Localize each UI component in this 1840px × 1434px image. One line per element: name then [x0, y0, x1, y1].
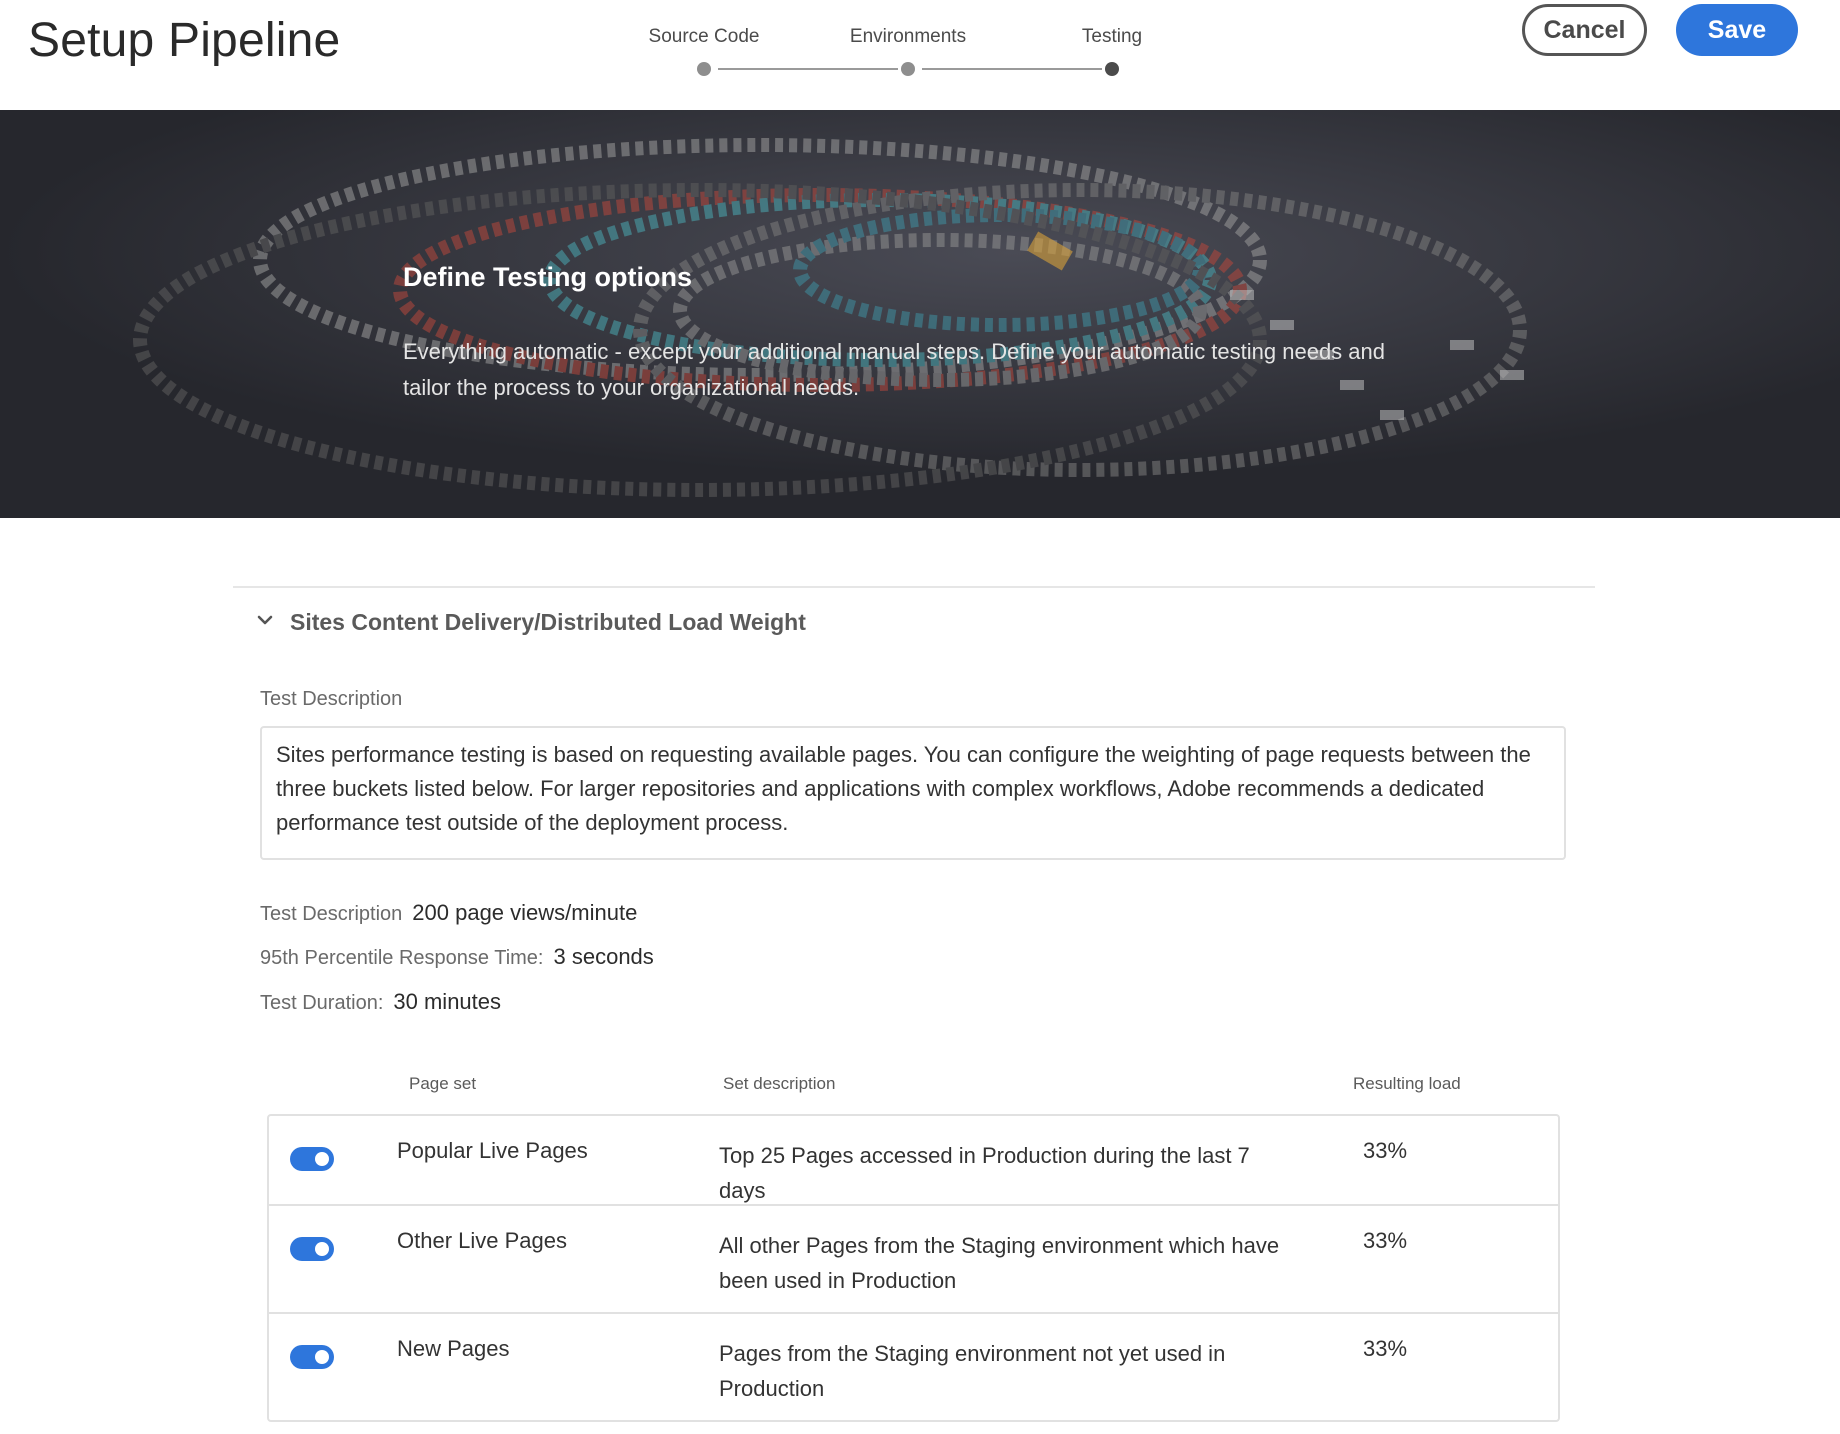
hero-background-image — [0, 110, 1840, 518]
toggle-knob — [315, 1350, 329, 1364]
table-row: New Pages Pages from the Staging environ… — [269, 1314, 1558, 1422]
page-set-description: Top 25 Pages accessed in Production duri… — [719, 1143, 1250, 1203]
page-set-description: All other Pages from the Staging environ… — [719, 1233, 1280, 1293]
column-header-resulting-load: Resulting load — [1353, 1074, 1461, 1093]
test-description-field[interactable]: Sites performance testing is based on re… — [260, 726, 1566, 860]
field-label: Test Duration: — [260, 992, 384, 1014]
step-connector — [922, 68, 1102, 70]
field-label: Test Description — [260, 903, 403, 925]
pipeline-stepper: Source Code Environments Testing — [604, 26, 1164, 86]
save-button[interactable]: Save — [1676, 4, 1798, 56]
toggle-knob — [315, 1242, 329, 1256]
step-source-code[interactable]: Source Code — [604, 26, 804, 76]
page-set-description: Pages from the Staging environment not y… — [719, 1341, 1226, 1401]
page-set-name: Other Live Pages — [397, 1228, 567, 1253]
test-description-label: Test Description — [260, 688, 403, 710]
page-set-table: Popular Live Pages Top 25 Pages accessed… — [267, 1114, 1560, 1422]
page-set-load: 33% — [1363, 1336, 1408, 1361]
column-header-set-description: Set description — [723, 1074, 836, 1093]
column-header-page-set: Page set — [409, 1074, 477, 1093]
hero-title: Define Testing options — [403, 262, 692, 292]
step-connector — [718, 68, 898, 70]
page-set-toggle[interactable] — [290, 1237, 334, 1261]
page-set-name: Popular Live Pages — [397, 1138, 588, 1163]
page-set-toggle[interactable] — [290, 1345, 334, 1369]
table-row: Other Live Pages All other Pages from th… — [269, 1206, 1558, 1314]
hero-banner: Define Testing options Everything automa… — [0, 110, 1840, 518]
step-dot-current — [1105, 62, 1119, 76]
step-label: Environments — [849, 26, 967, 47]
page-set-load: 33% — [1363, 1228, 1408, 1253]
test-duration-row: Test Duration: 30 minutes — [260, 989, 501, 1015]
page-set-toggle[interactable] — [290, 1147, 334, 1171]
table-row: Popular Live Pages Top 25 Pages accessed… — [269, 1116, 1558, 1206]
step-label: Testing — [1081, 26, 1143, 47]
toggle-knob — [315, 1152, 329, 1166]
field-value: 3 seconds — [553, 944, 654, 969]
page-set-load: 33% — [1363, 1138, 1408, 1163]
page-set-name: New Pages — [397, 1336, 510, 1361]
chevron-down-icon[interactable] — [256, 612, 274, 630]
page-title: Setup Pipeline — [28, 14, 341, 67]
step-label: Source Code — [648, 26, 760, 47]
step-dot — [901, 62, 915, 76]
cancel-button[interactable]: Cancel — [1522, 4, 1647, 56]
step-testing[interactable]: Testing — [1012, 26, 1212, 76]
field-label: 95th Percentile Response Time: — [260, 947, 544, 969]
section-title[interactable]: Sites Content Delivery/Distributed Load … — [290, 609, 806, 636]
top-bar: Setup Pipeline Source Code Environments … — [0, 0, 1840, 110]
field-value: 200 page views/minute — [412, 900, 638, 925]
page-views-row: Test Description 200 page views/minute — [260, 900, 637, 926]
hero-description: Everything automatic - except your addit… — [403, 339, 1385, 400]
step-dot — [697, 62, 711, 76]
field-value: 30 minutes — [393, 989, 502, 1014]
section-divider — [233, 586, 1595, 588]
step-environments[interactable]: Environments — [808, 26, 1008, 76]
response-time-row: 95th Percentile Response Time: 3 seconds — [260, 944, 654, 970]
